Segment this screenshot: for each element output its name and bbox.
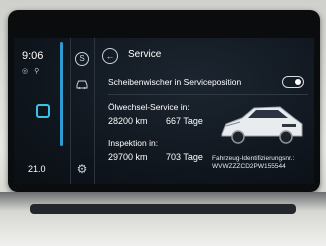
icon-column: S ⚙ xyxy=(70,38,95,184)
inspection-label: Inspektion in: xyxy=(108,138,159,148)
sidebar-scroll-indicator xyxy=(60,42,63,146)
temperature: 21.0 xyxy=(28,164,46,174)
oil-service-days: 667 Tage xyxy=(166,116,203,126)
dashboard-surface xyxy=(0,192,326,246)
service-s-icon[interactable]: S xyxy=(75,52,89,66)
clock: 9:06 xyxy=(22,50,44,62)
oil-service-km: 28200 km xyxy=(108,116,148,126)
inspection-km: 29700 km xyxy=(108,152,148,162)
connectivity-icon: ◎ xyxy=(22,68,31,75)
toggle-knob xyxy=(295,79,301,85)
page-title: Service xyxy=(128,49,162,60)
person-icon: ⚲ xyxy=(34,68,42,75)
vin-label: Fahrzeug-Identifizierungsnr.: xyxy=(212,155,295,162)
left-sidebar: 9:06 ◎ ⚲ 21.0 xyxy=(14,38,71,184)
home-square-icon[interactable] xyxy=(36,104,50,118)
oil-service-label: Ölwechsel-Service in: xyxy=(108,102,190,112)
vin-value: WVWZZZCD2PW155544 xyxy=(212,163,286,170)
wiper-setting-label: Scheibenwischer in Serviceposition xyxy=(108,77,242,87)
dashboard-vent xyxy=(30,204,296,214)
vehicle-image xyxy=(216,102,306,153)
back-arrow-icon[interactable]: ← xyxy=(102,48,118,64)
infotainment-screen: 9:06 ◎ ⚲ 21.0 S ⚙ ← Service Scheibenwisc… xyxy=(14,38,314,184)
status-icons: ◎ ⚲ xyxy=(22,67,41,75)
divider xyxy=(108,94,308,95)
gear-icon[interactable]: ⚙ xyxy=(74,162,90,176)
inspection-days: 703 Tage xyxy=(166,152,203,162)
car-settings-icon[interactable] xyxy=(74,78,90,93)
wiper-toggle[interactable] xyxy=(282,76,304,88)
